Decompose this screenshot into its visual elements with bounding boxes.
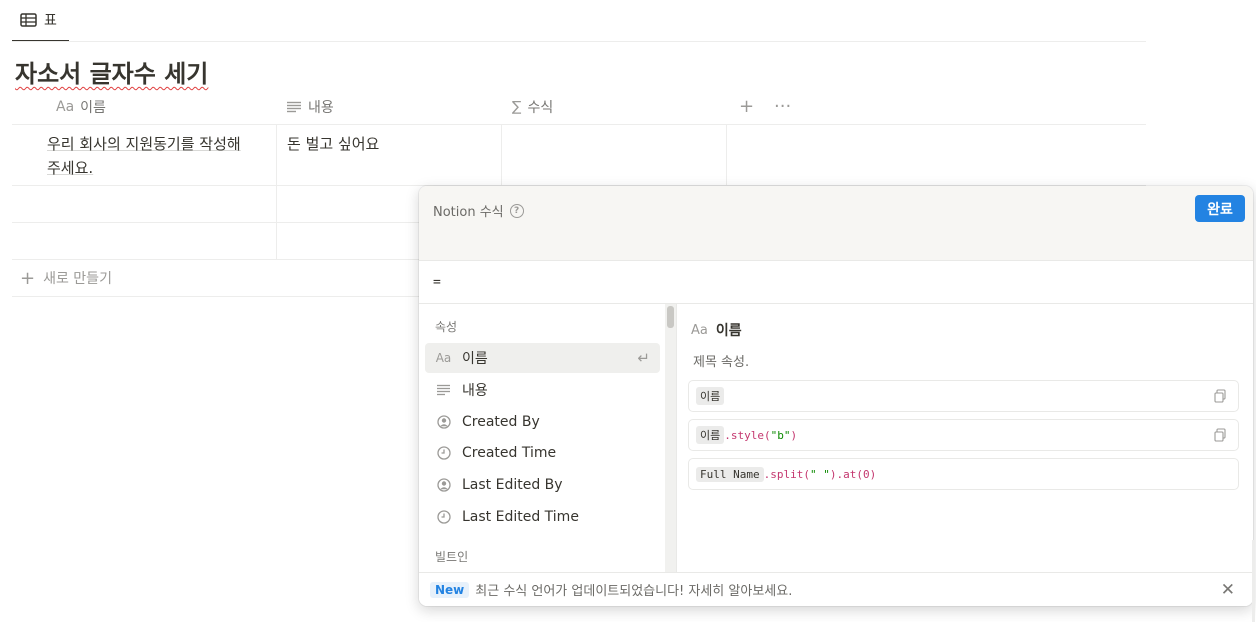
column-header-label: 수식 [527,99,554,116]
view-tab-table[interactable]: 표 [12,0,69,42]
code-punct: ) [869,467,877,481]
copy-icon[interactable] [1214,428,1226,445]
text-icon [287,101,301,112]
section-label-properties: 속성 [435,320,458,334]
column-header-formula[interactable]: ∑ 수식 [502,88,553,125]
page-scrollbar[interactable] [1252,540,1255,622]
property-item-label: Last Edited By [462,477,563,493]
sidebar-scrollbar[interactable] [665,304,676,572]
property-item-label: Last Edited Time [462,509,579,525]
copy-icon[interactable] [1214,389,1226,406]
tab-divider [12,41,1146,42]
table-cell-name[interactable]: 우리 회사의 지원동기를 작성해 주세요. [47,132,269,180]
column-header-label: 이름 [80,99,106,116]
database-title-text: 자소서 글자수 세기 [15,60,209,88]
table-cell-content[interactable]: 돈 벌고 싶어요 [287,132,379,156]
code-string: " " [809,467,830,481]
sidebar-scrollbar-thumb[interactable] [667,306,674,328]
code-function: ).at( [829,467,863,481]
formula-editor-title: Notion 수식 ? [433,201,524,220]
text-icon [435,384,452,396]
code-number: 0 [862,467,870,481]
property-item-last-edited-by[interactable]: Last Edited By [425,470,660,500]
example-code-block[interactable]: Full Name .split( " " ).at( 0 ) [688,458,1239,490]
title-property-icon: Aa [56,98,75,115]
column-header-name[interactable]: Aa 이름 [46,88,106,125]
sigma-icon: ∑ [512,98,522,115]
new-row-label: 새로 만들기 [43,271,112,287]
property-item-label: 내용 [462,383,488,399]
column-divider [726,125,727,185]
property-chip: 이름 [696,426,725,444]
column-header-content[interactable]: 내용 [276,88,334,125]
detail-title: Aa 이름 [691,320,742,340]
more-options-icon[interactable]: ··· [774,88,791,125]
property-item-label: 이름 [462,351,488,367]
detail-title-text: 이름 [715,323,742,339]
formula-update-banner: New 최근 수식 언어가 업데이트되었습니다! 자세히 알아보세요. ✕ [419,572,1253,606]
add-property-icon[interactable]: + [739,88,754,125]
formula-editor-title-text: Notion 수식 [433,205,504,220]
column-header-label: 내용 [308,99,334,116]
enter-icon: ↵ [637,349,650,367]
help-icon[interactable]: ? [509,203,524,218]
update-message-link[interactable]: 최근 수식 언어가 업데이트되었습니다! 자세히 알아보세요. [475,580,792,599]
cell-text-line: 우리 회사의 지원동기를 작성해 [47,135,241,153]
code-punct: ) [790,428,798,442]
person-icon [435,478,452,492]
formula-editor-popup: Notion 수식 ? 완료 = 속성 Aa 이름 ↵ 내용 Created B… [419,186,1253,606]
property-chip: Full Name [696,466,764,482]
property-item-created-time[interactable]: Created Time [425,438,660,468]
cell-text-line: 주세요. [47,159,94,177]
close-icon[interactable]: ✕ [1221,580,1235,600]
code-string: "b" [770,428,791,442]
title-property-icon: Aa [691,322,708,338]
view-tab-label: 표 [44,13,57,29]
clock-icon [435,446,452,460]
formula-editor-header: Notion 수식 ? 완료 [419,186,1253,261]
new-row-button[interactable]: + 새로 만들기 [12,260,112,296]
property-item-name[interactable]: Aa 이름 ↵ [425,343,660,373]
formula-sidebar: 속성 Aa 이름 ↵ 내용 Created By Created Time La… [419,304,676,572]
table-icon [20,13,37,27]
done-button[interactable]: 완료 [1195,195,1245,222]
property-item-created-by[interactable]: Created By [425,407,660,437]
code-function: .style( [724,428,771,442]
property-item-last-edited-time[interactable]: Last Edited Time [425,502,660,532]
property-item-label: Created Time [462,445,557,461]
clock-icon [435,510,452,524]
example-code-block[interactable]: 이름 .style( "b" ) [688,419,1239,451]
new-badge: New [430,581,470,598]
database-title[interactable]: 자소서 글자수 세기 [15,54,208,89]
property-item-label: Created By [462,414,540,430]
formula-input[interactable]: = [419,261,1253,304]
property-chip: 이름 [696,387,725,405]
plus-icon: + [20,267,36,289]
person-icon [435,415,452,429]
table-header-row: Aa 이름 내용 ∑ 수식 + ··· [12,88,1146,125]
detail-description: 제목 속성. [693,355,750,370]
title-property-icon: Aa [435,351,452,365]
example-code-block[interactable]: 이름 [688,380,1239,412]
code-function: .split( [763,467,810,481]
section-label-builtins: 빌트인 [435,550,469,564]
property-item-content[interactable]: 내용 [425,375,660,405]
column-divider [276,125,277,260]
property-detail-pane: Aa 이름 제목 속성. 이름 이름 .style( "b" ) Full Na… [677,304,1253,572]
